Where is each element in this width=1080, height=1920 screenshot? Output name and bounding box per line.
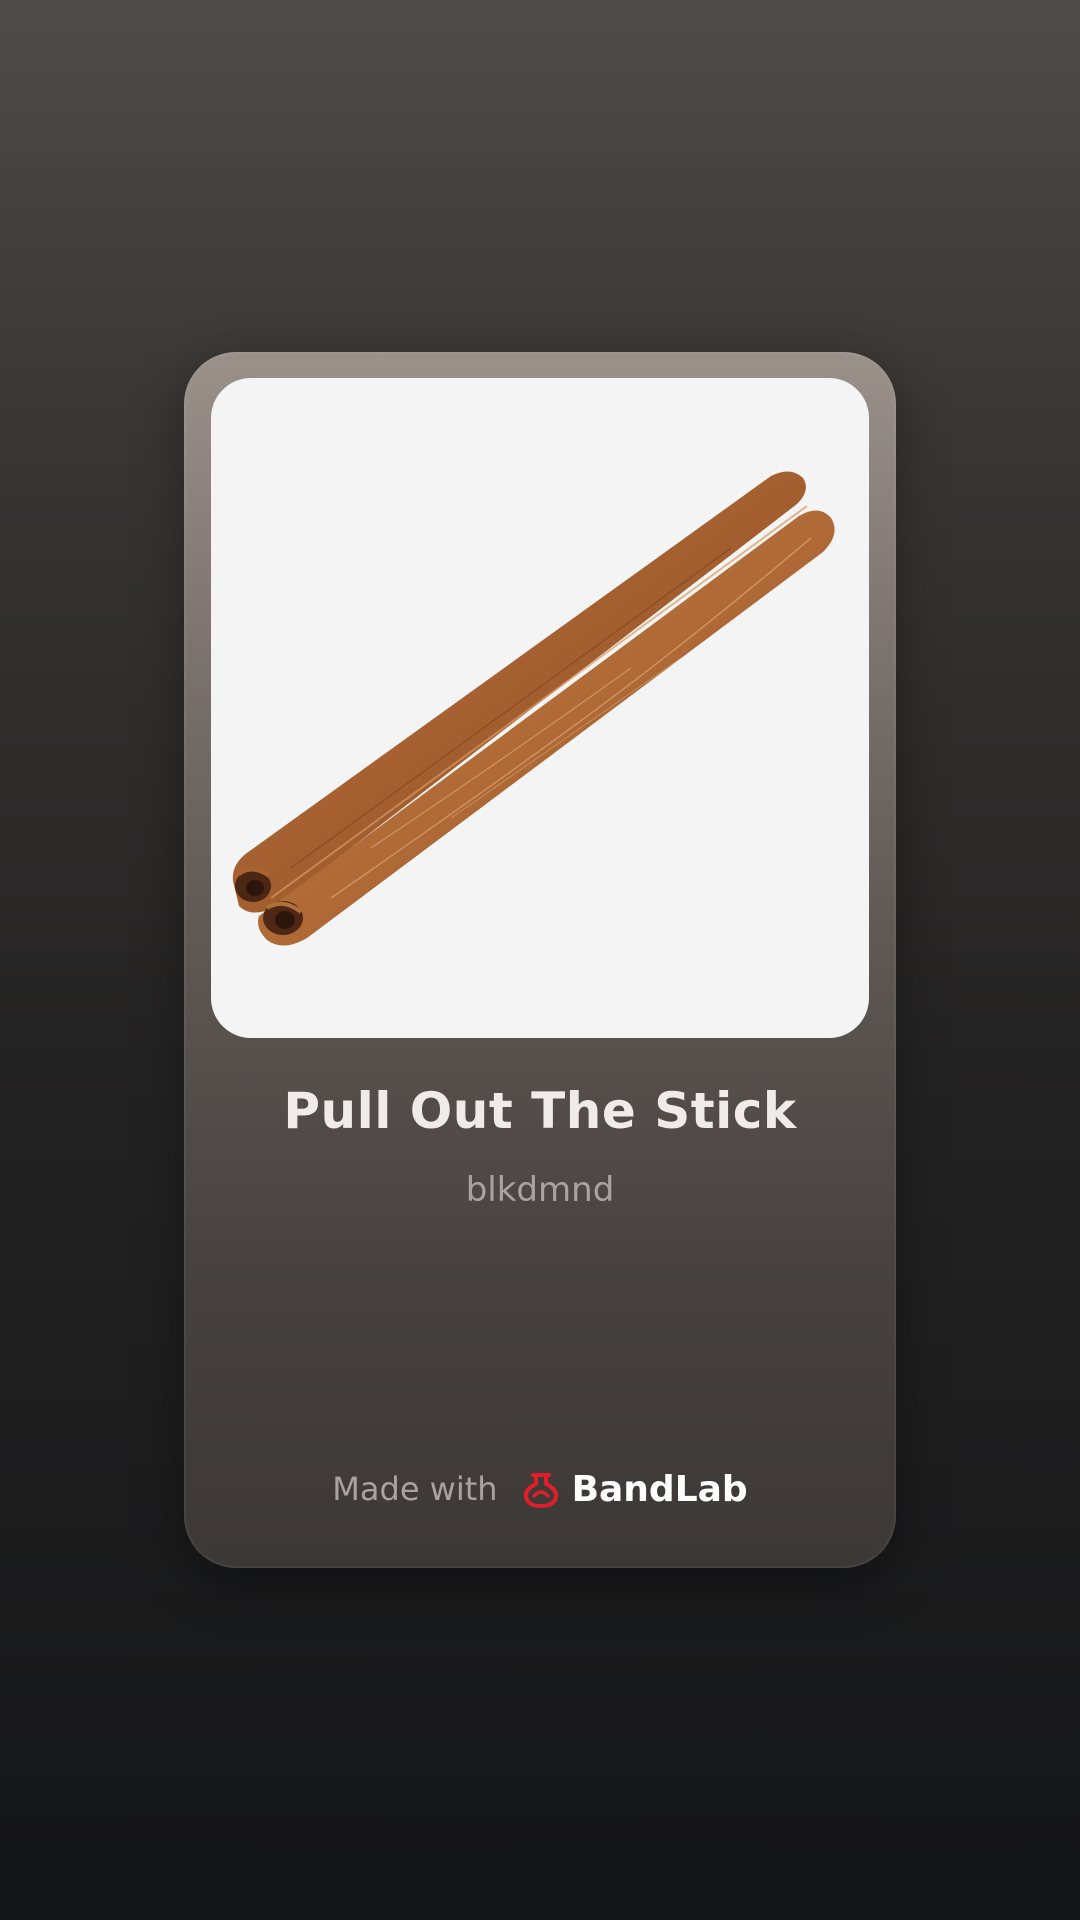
made-with-label: Made with bbox=[332, 1470, 498, 1508]
track-title: Pull Out The Stick bbox=[283, 1082, 797, 1140]
artist-name[interactable]: blkdmnd bbox=[184, 1170, 896, 1210]
cover-art bbox=[211, 378, 869, 1038]
bandlab-logo-icon bbox=[520, 1468, 562, 1510]
track-card[interactable]: Pull Out The Stick blkdmnd Made with Ban… bbox=[184, 352, 896, 1568]
made-with-bandlab[interactable]: Made with BandLab bbox=[184, 1468, 896, 1510]
cinnamon-stick-image bbox=[232, 471, 835, 946]
bandlab-brand: BandLab bbox=[571, 1468, 748, 1510]
